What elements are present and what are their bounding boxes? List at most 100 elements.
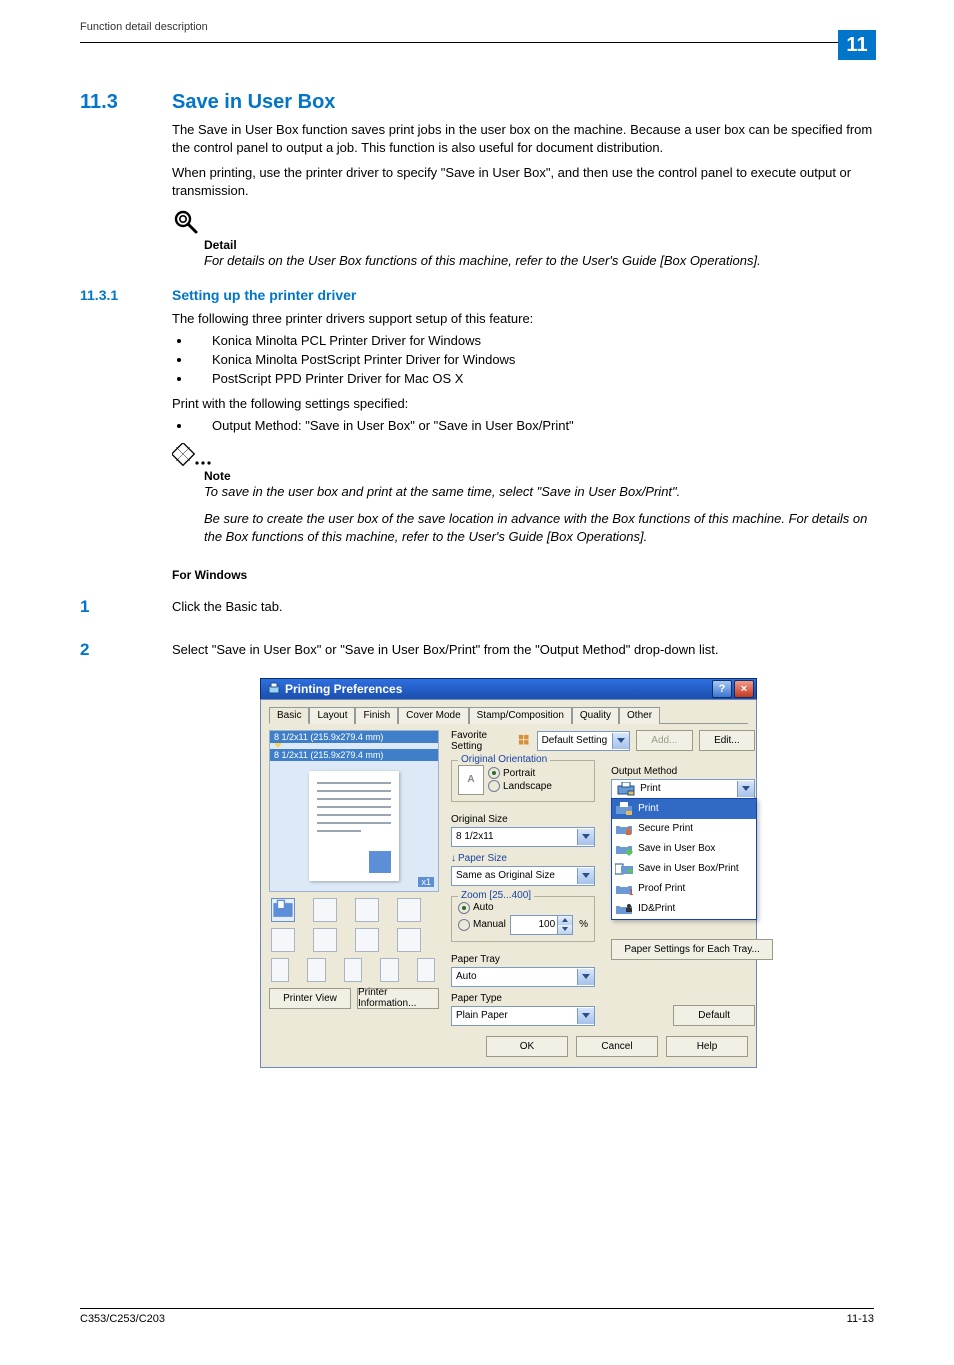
for-windows-heading: For Windows	[172, 568, 874, 582]
titlebar[interactable]: Printing Preferences ? ×	[260, 678, 757, 699]
original-size-label: Original Size	[451, 814, 595, 825]
section-paragraph: When printing, use the printer driver to…	[172, 164, 874, 200]
dialog-title: Printing Preferences	[285, 682, 710, 696]
help-button[interactable]: ?	[712, 680, 732, 698]
output-method-option-id-and-print[interactable]: ID&Print	[612, 899, 756, 919]
preview-mini-icon[interactable]	[313, 928, 337, 952]
preview-paper-size: 8 1/2x11 (215.9x279.4 mm)	[270, 749, 438, 761]
help-button-footer[interactable]: Help	[666, 1036, 748, 1057]
paper-size-combo[interactable]: Same as Original Size	[451, 866, 595, 886]
preview-mini-icon[interactable]	[397, 928, 421, 952]
favorite-add-button[interactable]: Add...	[636, 730, 693, 751]
printer-information-button[interactable]: Printer Information...	[357, 988, 439, 1009]
paper-type-combo[interactable]: Plain Paper	[451, 1006, 595, 1026]
output-method-label: Output Method	[611, 766, 755, 777]
section-paragraph: The Save in User Box function saves prin…	[172, 121, 874, 157]
bottom-rule	[80, 1308, 874, 1309]
paper-tray-combo[interactable]: Auto	[451, 967, 595, 987]
preview-panel: 8 1/2x11 (215.9x279.4 mm) 8 1/2x11 (215.…	[269, 730, 439, 892]
detail-body: For details on the User Box functions of…	[204, 252, 874, 270]
section-title: Save in User Box	[172, 91, 335, 114]
zoom-spinner[interactable]	[558, 915, 573, 935]
default-button[interactable]: Default	[673, 1005, 755, 1026]
tab-basic[interactable]: Basic	[269, 707, 309, 724]
preview-mini-icon[interactable]	[380, 958, 398, 982]
preview-icon-grid	[269, 898, 437, 982]
note-title: Note	[204, 469, 874, 483]
tab-strip: Basic Layout Finish Cover Mode Stamp/Com…	[269, 706, 748, 724]
footer-page: 11-13	[847, 1313, 874, 1325]
printer-view-button[interactable]: Printer View	[269, 988, 351, 1009]
favorite-setting-label: Favorite Setting	[451, 730, 512, 752]
output-method-option-print[interactable]: Print	[612, 799, 756, 819]
output-method-option-secure-print[interactable]: Secure Print	[612, 819, 756, 839]
footer-model: C353/C253/C203	[80, 1313, 165, 1325]
chapter-badge: 11	[838, 30, 876, 60]
output-method-option-save-in-user-box-print[interactable]: Save in User Box/Print	[612, 859, 756, 879]
step-text: Select "Save in User Box" or "Save in Us…	[172, 641, 718, 657]
paper-size-label: ↓Paper Size	[451, 853, 595, 864]
tab-other[interactable]: Other	[619, 707, 660, 724]
preview-mini-icon[interactable]	[313, 898, 337, 922]
zoom-manual-radio[interactable]: Manual	[458, 919, 506, 931]
landscape-radio[interactable]: Landscape	[488, 780, 552, 792]
preview-mini-icon[interactable]	[271, 928, 295, 952]
tab-quality[interactable]: Quality	[572, 707, 619, 724]
step-number: 1	[80, 598, 172, 615]
detail-icon	[172, 208, 874, 236]
tab-layout[interactable]: Layout	[309, 707, 355, 724]
preview-mini-icon[interactable]	[307, 958, 325, 982]
bullet-item: Output Method: "Save in User Box" or "Sa…	[192, 417, 874, 435]
favorite-icon	[518, 734, 530, 748]
preview-mini-icon[interactable]	[355, 898, 379, 922]
printing-preferences-dialog: Printing Preferences ? × Basic Layout Fi…	[260, 678, 757, 1068]
ok-button[interactable]: OK	[486, 1036, 568, 1057]
bullet-item: Konica Minolta PostScript Printer Driver…	[192, 351, 874, 369]
printer-icon	[616, 781, 636, 797]
subsection-title: Setting up the printer driver	[172, 287, 356, 303]
preview-mini-icon[interactable]	[417, 958, 435, 982]
tab-stamp-composition[interactable]: Stamp/Composition	[469, 707, 572, 724]
preview-mini-icon[interactable]	[271, 898, 295, 922]
subsection-intro: The following three printer drivers supp…	[172, 310, 874, 328]
step-text: Click the Basic tab.	[172, 598, 283, 614]
output-method-dropdown: Print Secure Print Save in	[611, 798, 757, 920]
portrait-radio[interactable]: Portrait	[488, 767, 552, 779]
favorite-edit-button[interactable]: Edit...	[699, 730, 756, 751]
app-icon	[267, 682, 281, 696]
tab-cover-mode[interactable]: Cover Mode	[398, 707, 468, 724]
close-button[interactable]: ×	[734, 680, 754, 698]
paper-type-label: Paper Type	[451, 993, 595, 1004]
zoom-group: Zoom [25...400] Auto Manual	[451, 896, 595, 942]
note-icon	[172, 443, 874, 467]
bullet-item: Konica Minolta PCL Printer Driver for Wi…	[192, 332, 874, 350]
original-orientation-group: Original Orientation A Portrait	[451, 760, 595, 802]
preview-mini-icon[interactable]	[397, 898, 421, 922]
preview-mini-icon[interactable]	[355, 928, 379, 952]
output-method-combo[interactable]: Print Print	[611, 779, 755, 799]
output-method-option-save-in-user-box[interactable]: Save in User Box	[612, 839, 756, 859]
preview-mini-icon[interactable]	[344, 958, 362, 982]
preview-original-size: 8 1/2x11 (215.9x279.4 mm)	[270, 731, 438, 743]
running-head-text: Function detail description	[80, 21, 874, 33]
zoom-percent-label: %	[579, 919, 588, 930]
note-body-2: Be sure to create the user box of the sa…	[204, 510, 874, 545]
output-method-option-proof-print[interactable]: 1 Proof Print	[612, 879, 756, 899]
paper-settings-for-each-tray-button[interactable]: Paper Settings for Each Tray...	[611, 939, 773, 960]
orientation-icon: A	[458, 765, 484, 795]
zoom-value-input[interactable]: 100	[510, 915, 558, 935]
preview-mini-icon[interactable]	[271, 958, 289, 982]
tab-finish[interactable]: Finish	[355, 707, 398, 724]
zoom-auto-radio[interactable]: Auto	[458, 902, 588, 914]
original-size-combo[interactable]: 8 1/2x11	[451, 827, 595, 847]
paper-tray-label: Paper Tray	[451, 954, 595, 965]
top-rule: 11	[80, 42, 874, 43]
section-number: 11.3	[80, 91, 172, 114]
favorite-setting-combo[interactable]: Default Setting	[537, 731, 631, 751]
zoom-legend: Zoom [25...400]	[458, 890, 534, 901]
bullet-item: PostScript PPD Printer Driver for Mac OS…	[192, 370, 874, 388]
detail-title: Detail	[204, 238, 874, 252]
note-body-1: To save in the user box and print at the…	[204, 483, 874, 501]
cancel-button[interactable]: Cancel	[576, 1036, 658, 1057]
subsection-number: 11.3.1	[80, 287, 172, 303]
